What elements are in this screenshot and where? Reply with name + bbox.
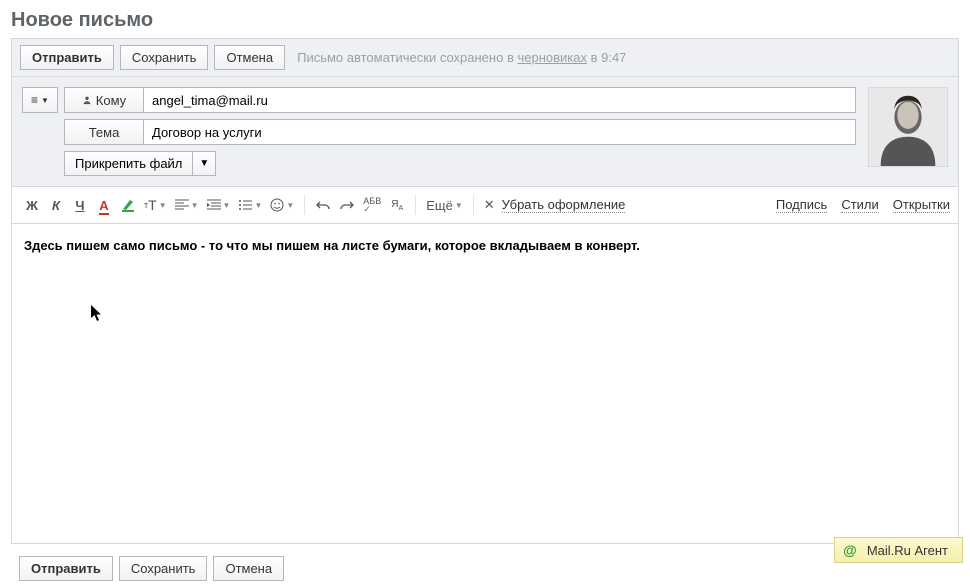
translit-button[interactable]: ЯА	[385, 193, 409, 217]
redo-button[interactable]	[335, 193, 359, 217]
compose-header: ≡ ▼ Кому Тема	[11, 77, 959, 187]
agent-label: Mail.Ru Агент	[867, 543, 948, 558]
align-button[interactable]: ▼	[171, 193, 203, 217]
page-title: Новое письмо	[1, 1, 969, 38]
toolbar-right: Подпись Стили Открытки	[776, 197, 950, 213]
to-label-text: Кому	[96, 93, 126, 108]
subject-label-text: Тема	[89, 125, 120, 140]
toolbar-separator	[415, 195, 416, 215]
drafts-link[interactable]: черновиках	[517, 50, 587, 65]
to-row: ≡ ▼ Кому	[22, 87, 856, 113]
toolbar-separator	[304, 195, 305, 215]
at-icon: @	[843, 542, 857, 558]
spacer	[22, 119, 64, 145]
save-button[interactable]: Сохранить	[120, 45, 209, 70]
send-button-bottom[interactable]: Отправить	[19, 556, 113, 581]
message-body-text: Здесь пишем само письмо - то что мы пише…	[24, 238, 946, 253]
highlight-button[interactable]	[116, 193, 140, 217]
font-color-button[interactable]: А	[92, 193, 116, 217]
strip-formatting-button[interactable]: ✕ Убрать оформление	[480, 193, 630, 217]
subject-row: Тема	[22, 119, 856, 145]
strip-formatting-label: Убрать оформление	[502, 197, 626, 213]
person-icon	[82, 93, 92, 108]
mailru-agent-panel[interactable]: @ Mail.Ru Агент	[834, 537, 963, 563]
list-button[interactable]: ▼	[234, 193, 266, 217]
attach-file-button[interactable]: Прикрепить файл	[64, 151, 192, 176]
autosave-suffix: в 9:47	[587, 50, 626, 65]
to-input[interactable]	[144, 87, 856, 113]
cancel-button-bottom[interactable]: Отмена	[213, 556, 284, 581]
to-label-button[interactable]: Кому	[64, 87, 144, 113]
underline-button[interactable]: Ч	[68, 193, 92, 217]
attach-row: Прикрепить файл ▼	[64, 151, 856, 176]
save-button-bottom[interactable]: Сохранить	[119, 556, 208, 581]
indent-button[interactable]: ▼	[203, 193, 235, 217]
bottom-actions-bar: Отправить Сохранить Отмена	[11, 550, 959, 587]
attach-dropdown-button[interactable]: ▼	[192, 151, 216, 176]
emoji-button[interactable]: ▼	[266, 193, 298, 217]
bold-button[interactable]: Ж	[20, 193, 44, 217]
subject-input[interactable]	[144, 119, 856, 145]
more-button[interactable]: Ещё▼	[422, 193, 467, 217]
editor-toolbar: Ж К Ч А тТ▼ ▼ ▼ ▼ ▼ АБВ✓	[11, 187, 959, 224]
toolbar-separator	[473, 195, 474, 215]
compose-header-fields: ≡ ▼ Кому Тема	[22, 87, 856, 176]
spellcheck-button[interactable]: АБВ✓	[359, 193, 385, 217]
recipient-avatar	[868, 87, 948, 167]
cancel-button[interactable]: Отмена	[214, 45, 285, 70]
autosave-prefix: Письмо автоматически сохранено в	[297, 50, 517, 65]
styles-link[interactable]: Стили	[841, 197, 878, 213]
strip-icon: ✕	[484, 197, 495, 213]
compose-window: Новое письмо Отправить Сохранить Отмена …	[0, 0, 970, 568]
attach-button-group: Прикрепить файл ▼	[64, 151, 216, 176]
font-size-button[interactable]: тТ▼	[140, 193, 171, 217]
italic-button[interactable]: К	[44, 193, 68, 217]
signature-link[interactable]: Подпись	[776, 197, 827, 213]
recipients-menu-button[interactable]: ≡ ▼	[22, 87, 58, 113]
top-actions-bar: Отправить Сохранить Отмена Письмо автома…	[11, 38, 959, 77]
cursor-icon	[90, 304, 104, 327]
message-body-editor[interactable]: Здесь пишем само письмо - то что мы пише…	[11, 224, 959, 544]
send-button[interactable]: Отправить	[20, 45, 114, 70]
cards-link[interactable]: Открытки	[893, 197, 950, 213]
subject-label: Тема	[64, 119, 144, 145]
undo-button[interactable]	[311, 193, 335, 217]
autosave-status: Письмо автоматически сохранено в чернови…	[297, 50, 626, 65]
